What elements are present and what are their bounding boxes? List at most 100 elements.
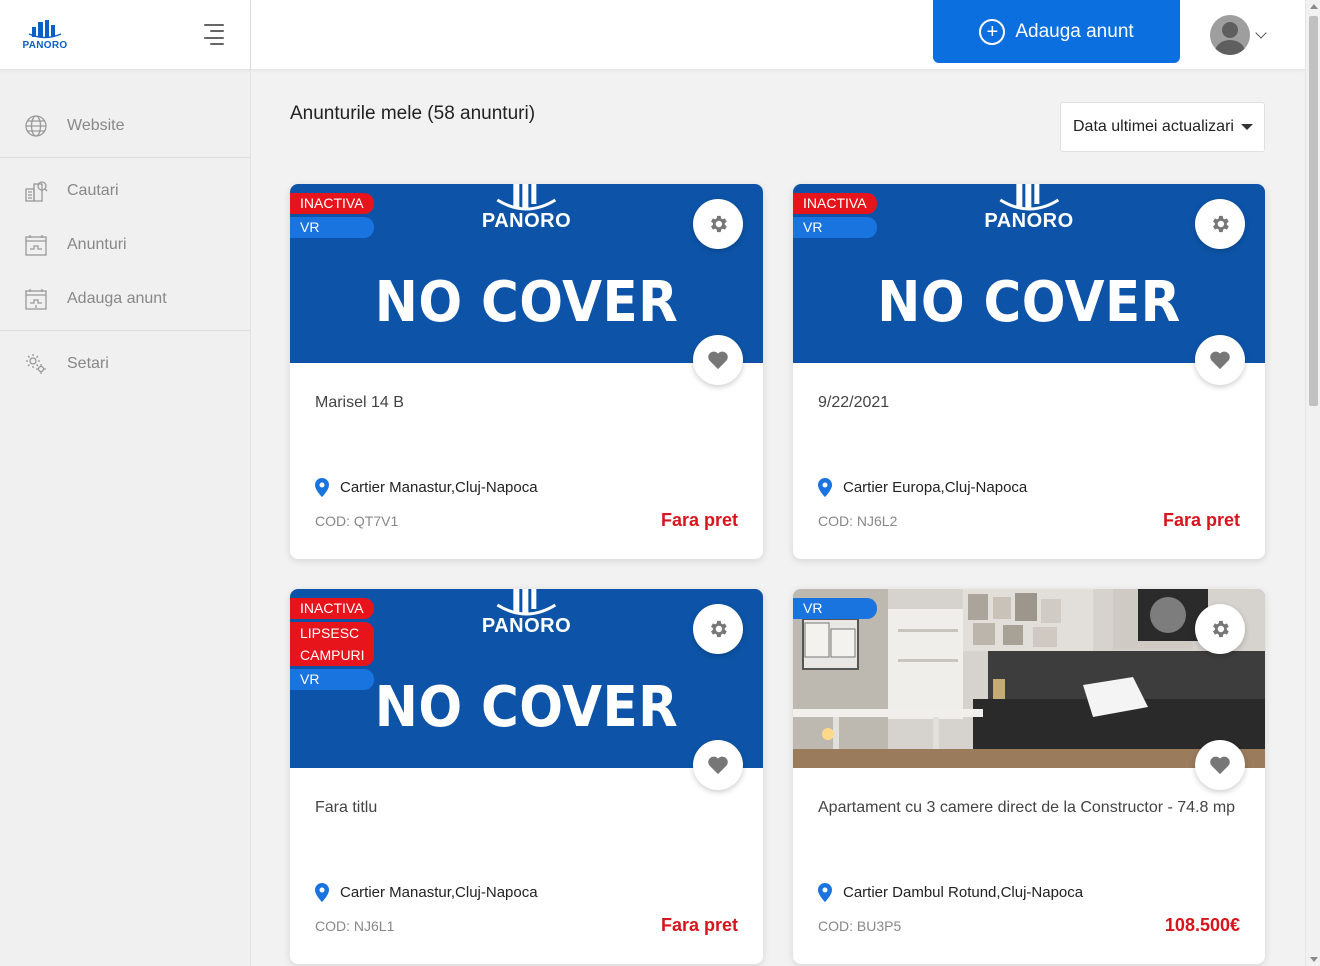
listing-title[interactable]: Fara titlu	[315, 799, 377, 817]
location-pin-icon	[315, 883, 329, 902]
scroll-thumb[interactable]	[1309, 16, 1318, 406]
heart-icon	[1210, 756, 1230, 775]
listing-cover[interactable]: PANORO NO COVER INACTIVA LIPSESC CAMPURI…	[290, 589, 763, 768]
logo-text: PANORO	[22, 39, 68, 51]
listing-code: COD: NJ6L2	[818, 513, 898, 529]
listing-cover[interactable]: PANORO NO COVER INACTIVA VR	[793, 184, 1265, 363]
chevron-down-icon	[1255, 26, 1267, 39]
plus-circle-icon: +	[979, 18, 1006, 45]
listing-card[interactable]: PANORO NO COVER INACTIVA VR 9/22/2021 Ca…	[793, 184, 1265, 559]
listing-location-text: Cartier Manastur,Cluj-Napoca	[340, 884, 538, 901]
sort-select-value: Data ultimei actualizari	[1073, 118, 1234, 135]
sidebar-item-website[interactable]: Website	[0, 99, 250, 153]
listing-price: 108.500€	[1164, 915, 1240, 935]
listing-code: COD: NJ6L1	[315, 918, 395, 934]
heart-icon	[708, 351, 728, 370]
sidebar-item-adauga-anunt[interactable]: Adauga anunt	[0, 272, 250, 326]
sidebar-item-label: Website	[67, 117, 125, 134]
listing-location: Cartier Manastur,Cluj-Napoca	[315, 478, 538, 497]
status-badge-inactive: INACTIVA	[290, 193, 374, 214]
status-badges: INACTIVA VR	[793, 193, 877, 238]
sidebar-item-label: Setari	[67, 355, 109, 372]
sort-select[interactable]: Data ultimei actualizari	[1060, 102, 1265, 152]
listing-title[interactable]: 9/22/2021	[818, 394, 889, 412]
status-badge-inactive: INACTIVA	[290, 598, 374, 619]
page-title: Anunturile mele (58 anunturi)	[290, 103, 536, 124]
scroll-up-arrow-icon[interactable]	[1310, 4, 1318, 9]
no-cover-text: NO COVER	[877, 270, 1181, 335]
sidebar-nav: Website Cautari Anunturi Adauga anunt Se…	[0, 70, 250, 391]
panoro-logo-icon	[999, 184, 1059, 211]
listing-cover[interactable]: PANORO NO COVER INACTIVA VR	[290, 184, 763, 363]
card-settings-button[interactable]	[693, 199, 743, 249]
heart-icon	[708, 756, 728, 775]
favorite-button[interactable]	[1195, 335, 1245, 385]
sidebar-item-setari[interactable]: Setari	[0, 337, 250, 391]
status-badges: VR	[793, 598, 877, 619]
listing-price: Fara pret	[1162, 510, 1240, 530]
location-pin-icon	[818, 883, 832, 902]
sidebar: PANORO Website Cautari Anunturi Adauga a…	[0, 0, 251, 966]
location-pin-icon	[315, 478, 329, 497]
no-cover-text: NO COVER	[374, 675, 679, 740]
status-badge-vr: VR	[290, 669, 374, 690]
globe-icon	[24, 114, 48, 138]
cover-logo-text: PANORO	[481, 210, 572, 232]
status-badge-vr: VR	[793, 217, 877, 238]
gear-icon	[24, 352, 48, 376]
cover-logo: PANORO	[984, 184, 1073, 233]
gear-icon	[1213, 215, 1229, 233]
listing-card[interactable]: VR Apartament cu 3 camere direct de la C…	[793, 589, 1265, 964]
sidebar-divider	[0, 330, 250, 331]
scroll-down-arrow-icon[interactable]	[1310, 957, 1318, 962]
gear-icon	[1213, 620, 1229, 638]
sidebar-item-label: Cautari	[67, 182, 119, 199]
listing-card[interactable]: PANORO NO COVER INACTIVA LIPSESC CAMPURI…	[290, 589, 763, 964]
top-header: + Adauga anunt	[251, 0, 1305, 70]
listing-location-text: Cartier Dambul Rotund,Cluj-Napoca	[843, 884, 1084, 901]
no-cover-text: NO COVER	[374, 270, 679, 335]
listing-location-text: Cartier Manastur,Cluj-Napoca	[340, 479, 538, 496]
status-badges: INACTIVA LIPSESC CAMPURI VR	[290, 598, 374, 690]
listing-title[interactable]: Marisel 14 B	[315, 394, 404, 412]
heart-icon	[1210, 351, 1230, 370]
panoro-logo-icon	[28, 19, 62, 38]
search-building-icon	[24, 179, 48, 203]
sidebar-header: PANORO	[0, 0, 250, 70]
page-scrollbar[interactable]	[1305, 0, 1320, 966]
favorite-button[interactable]	[1195, 740, 1245, 790]
panoro-logo-icon	[496, 184, 557, 211]
caret-down-icon	[1240, 124, 1253, 130]
listing-price: Fara pret	[660, 915, 738, 935]
listing-cover[interactable]: VR	[793, 589, 1265, 768]
user-menu[interactable]	[1210, 15, 1267, 55]
card-settings-button[interactable]	[1195, 604, 1245, 654]
listing-code: COD: QT7V1	[315, 513, 399, 529]
sidebar-item-label: Adauga anunt	[67, 290, 167, 307]
favorite-button[interactable]	[693, 335, 743, 385]
menu-toggle-icon[interactable]	[204, 23, 224, 46]
avatar	[1210, 15, 1250, 55]
add-listing-button[interactable]: + Adauga anunt	[933, 0, 1180, 63]
add-listing-icon	[24, 287, 48, 311]
listing-card[interactable]: PANORO NO COVER INACTIVA VR Marisel 14 B…	[290, 184, 763, 559]
status-badge-inactive: INACTIVA	[793, 193, 877, 214]
favorite-button[interactable]	[693, 740, 743, 790]
listing-location: Cartier Dambul Rotund,Cluj-Napoca	[818, 883, 1083, 902]
sidebar-item-anunturi[interactable]: Anunturi	[0, 218, 250, 272]
listing-price: Fara pret	[660, 510, 738, 530]
location-pin-icon	[818, 478, 832, 497]
status-badge-missing-fields: LIPSESC CAMPURI	[290, 622, 374, 666]
listing-location: Cartier Europa,Cluj-Napoca	[818, 478, 1027, 497]
listing-title[interactable]: Apartament cu 3 camere direct de la Cons…	[818, 799, 1235, 817]
sidebar-divider	[0, 157, 250, 158]
cover-logo-text: PANORO	[984, 210, 1074, 232]
card-settings-button[interactable]	[1195, 199, 1245, 249]
sidebar-item-cautari[interactable]: Cautari	[0, 164, 250, 218]
gear-icon	[711, 215, 727, 233]
card-settings-button[interactable]	[693, 604, 743, 654]
cover-logo: PANORO	[482, 184, 571, 233]
listing-location-text: Cartier Europa,Cluj-Napoca	[843, 479, 1028, 496]
listing-code: COD: BU3P5	[818, 918, 902, 934]
logo[interactable]: PANORO	[22, 19, 68, 51]
